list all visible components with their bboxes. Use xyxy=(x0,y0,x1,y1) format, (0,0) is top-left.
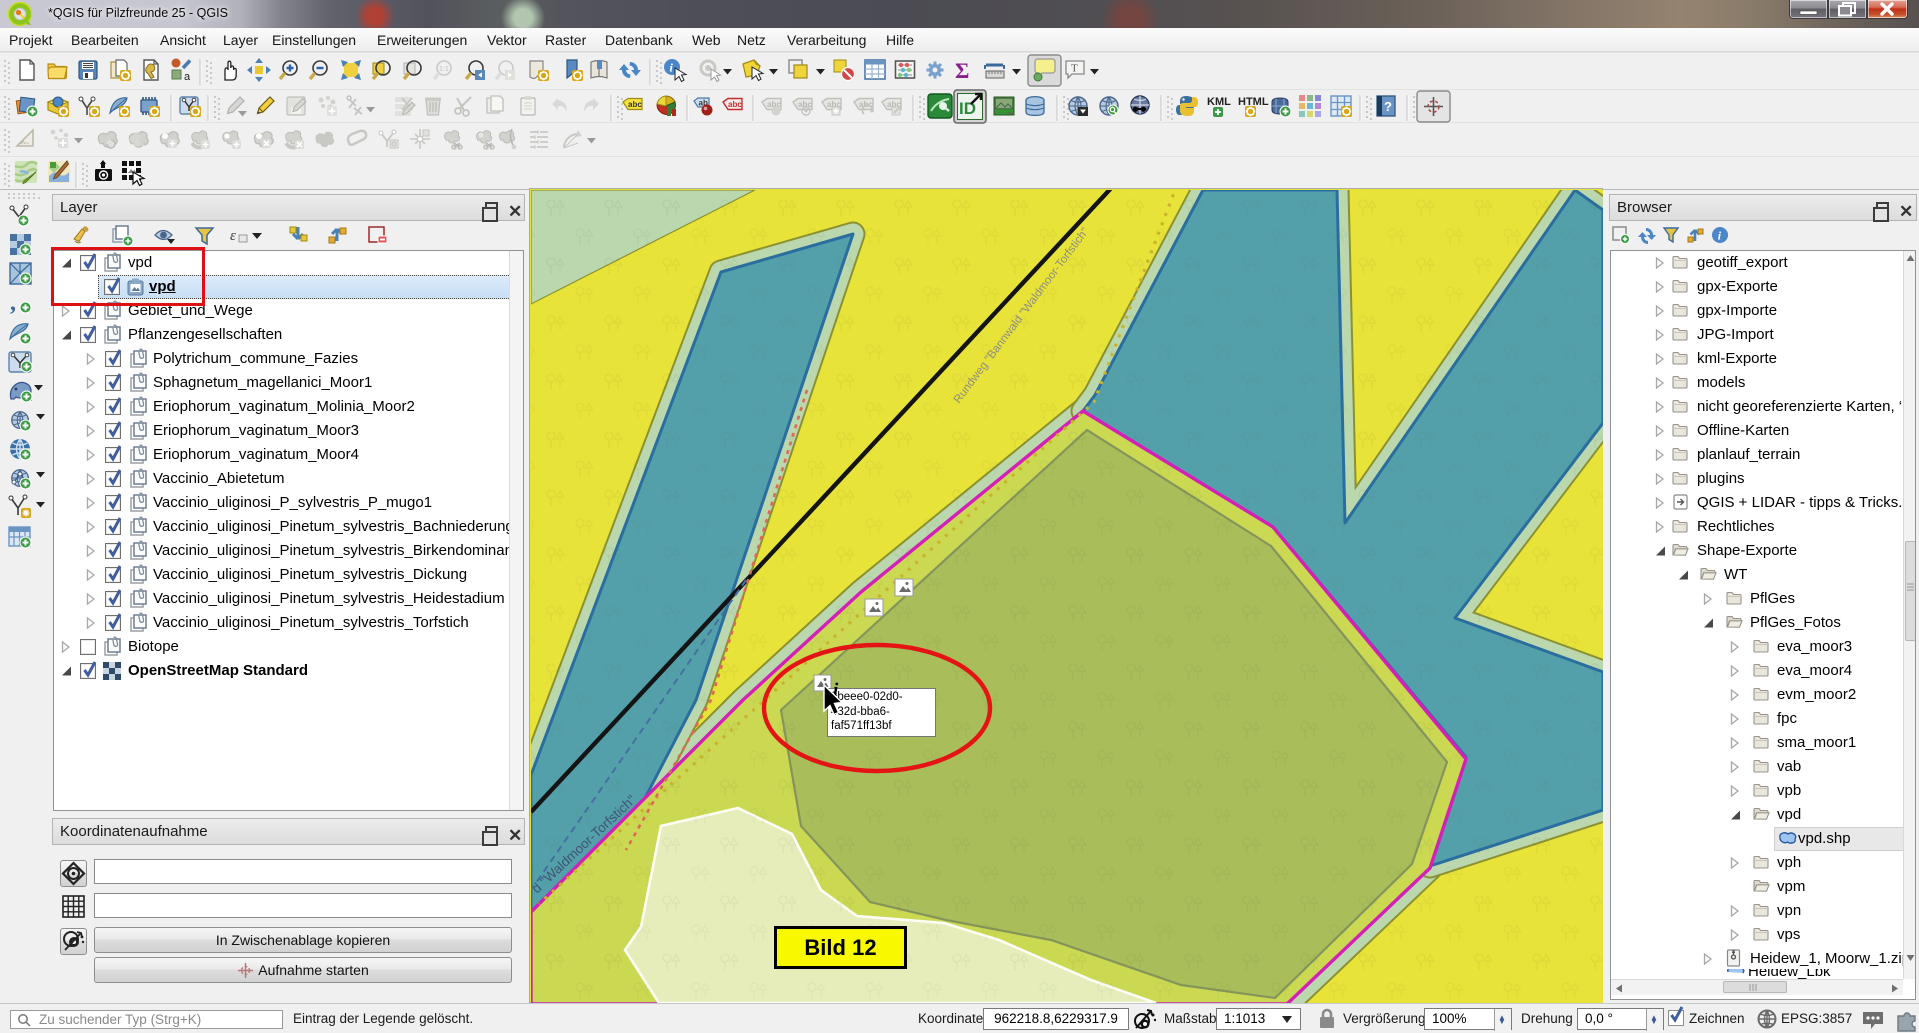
svg-text:?: ? xyxy=(1384,99,1392,114)
svg-text:a: a xyxy=(184,71,191,83)
svg-text:ε: ε xyxy=(230,228,236,244)
svg-text:Σ: Σ xyxy=(955,58,969,83)
svg-text:T: T xyxy=(1071,63,1078,75)
svg-text:1:1: 1:1 xyxy=(439,66,449,73)
svg-text:,: , xyxy=(10,290,16,316)
svg-text:KML: KML xyxy=(1207,96,1231,108)
